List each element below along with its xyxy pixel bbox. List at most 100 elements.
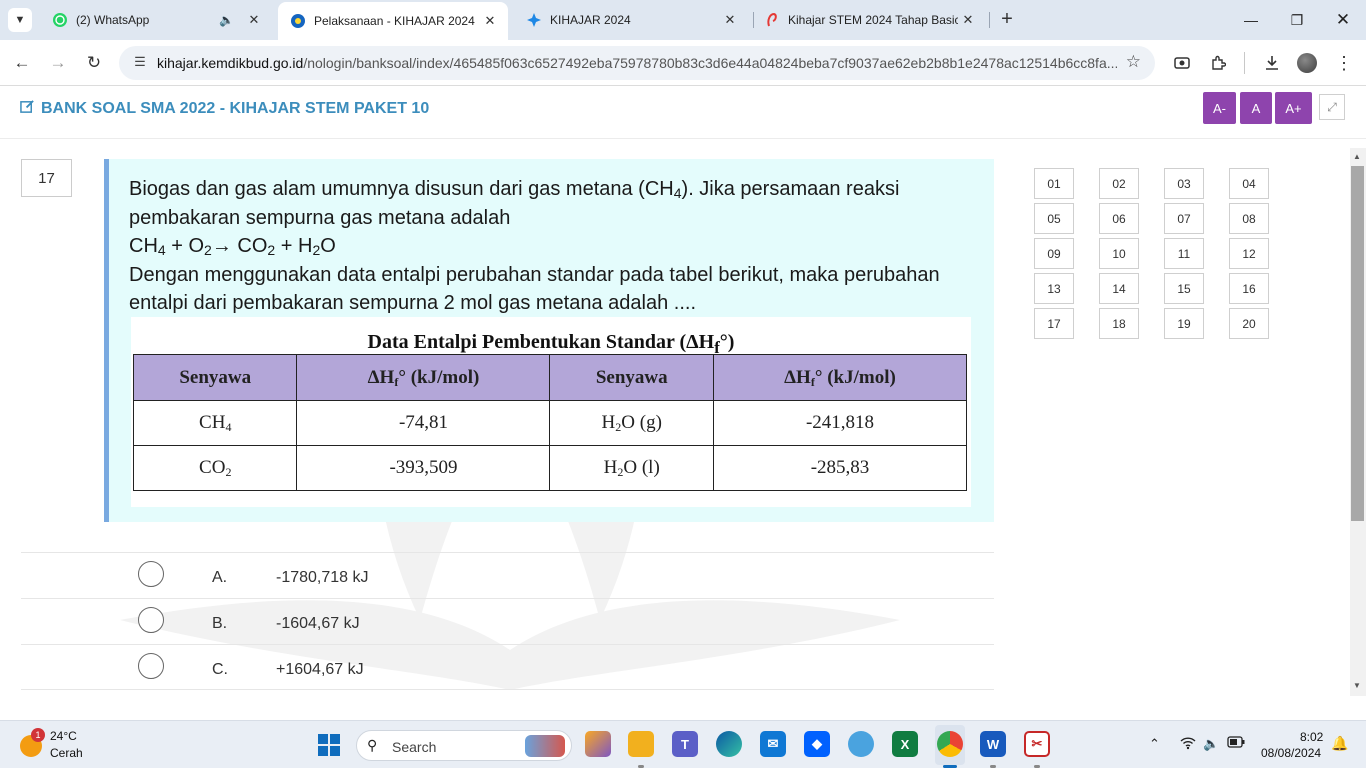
notification-bell-icon[interactable]: 🔔 xyxy=(1331,735,1348,752)
radio-button[interactable] xyxy=(138,653,164,679)
radio-button[interactable] xyxy=(138,561,164,587)
option-c[interactable]: C. +1604,67 kJ xyxy=(21,644,994,690)
question-box: Biogas dan gas alam umumnya disusun dari… xyxy=(104,159,994,522)
question-nav-button[interactable]: 02 xyxy=(1099,168,1139,199)
restore-button[interactable]: ❐ xyxy=(1285,8,1309,32)
question-nav-button[interactable]: 20 xyxy=(1229,308,1269,339)
close-tab-icon[interactable]: ✕ xyxy=(480,11,500,31)
page-bottom xyxy=(0,696,1366,720)
word-icon[interactable]: W xyxy=(980,731,1006,757)
mail-icon[interactable]: ✉ xyxy=(760,731,786,757)
chevron-up-icon[interactable]: ⌃ xyxy=(1149,736,1160,752)
snipping-tool-icon[interactable]: ✂ xyxy=(1024,731,1050,757)
table-row: CH4 -74,81 H2O (g) -241,818 xyxy=(132,400,968,446)
option-text: -1604,67 kJ xyxy=(276,615,360,632)
tab-pelaksanaan[interactable]: Pelaksanaan - KIHAJAR 2024 ✕ xyxy=(278,2,508,40)
weather-temperature[interactable]: 24°C xyxy=(50,729,77,743)
search-highlight-image xyxy=(525,735,565,757)
option-b[interactable]: B. -1604,67 kJ xyxy=(21,598,994,644)
question-nav-button[interactable]: 17 xyxy=(1034,308,1074,339)
option-letter: B. xyxy=(212,615,228,632)
fullscreen-icon[interactable]: ⤢ xyxy=(1319,94,1345,120)
question-nav-button[interactable]: 11 xyxy=(1164,238,1204,269)
clock-date[interactable]: 08/08/2024 xyxy=(1261,746,1321,760)
close-tab-icon[interactable]: ✕ xyxy=(720,10,740,30)
forward-button[interactable]: → xyxy=(46,51,70,75)
option-text: -1780,718 kJ xyxy=(276,569,369,586)
weather-description[interactable]: Cerah xyxy=(50,746,83,760)
close-tab-icon[interactable]: ✕ xyxy=(244,10,264,30)
scrollbar-thumb[interactable] xyxy=(1351,166,1364,521)
dropbox-icon[interactable]: ◆ xyxy=(804,731,830,757)
font-normal-button[interactable]: A xyxy=(1240,92,1272,124)
speaker-icon[interactable]: 🔈 xyxy=(219,13,234,27)
tab-title: Kihajar STEM 2024 Tahap Basic xyxy=(788,13,958,27)
option-letter: C. xyxy=(212,661,228,678)
question-nav-button[interactable]: 04 xyxy=(1229,168,1269,199)
bookmark-star-icon[interactable]: ☆ xyxy=(1126,52,1141,72)
font-increase-button[interactable]: A+ xyxy=(1275,92,1312,124)
answer-options: A. -1780,718 kJ B. -1604,67 kJ C. +1604,… xyxy=(21,552,994,690)
edge-icon[interactable] xyxy=(716,731,742,757)
search-placeholder: Search xyxy=(392,739,437,755)
close-tab-icon[interactable]: ✕ xyxy=(958,10,978,30)
question-nav-button[interactable]: 05 xyxy=(1034,203,1074,234)
scroll-up-icon[interactable]: ▲ xyxy=(1353,152,1361,161)
question-nav-button[interactable]: 10 xyxy=(1099,238,1139,269)
question-nav-button[interactable]: 13 xyxy=(1034,273,1074,304)
url-text[interactable]: kihajar.kemdikbud.go.id/nologin/banksoal… xyxy=(157,55,1117,71)
question-text: Biogas dan gas alam umumnya disusun dari… xyxy=(129,175,979,318)
reload-button[interactable]: ↻ xyxy=(82,51,106,75)
battery-icon[interactable] xyxy=(1227,736,1245,751)
question-nav-button[interactable]: 14 xyxy=(1099,273,1139,304)
table-header-row: Senyawa ΔHf° (kJ/mol) Senyawa ΔHf° (kJ/m… xyxy=(132,354,968,401)
wifi-icon[interactable] xyxy=(1180,736,1196,753)
excel-icon[interactable]: X xyxy=(892,731,918,757)
tab-whatsapp[interactable]: (2) WhatsApp 🔈 ✕ xyxy=(40,4,272,36)
question-nav-button[interactable]: 09 xyxy=(1034,238,1074,269)
question-nav-button[interactable]: 12 xyxy=(1229,238,1269,269)
teams-icon[interactable]: T xyxy=(672,731,698,757)
question-nav-button[interactable]: 01 xyxy=(1034,168,1074,199)
table-cell: -74,81 xyxy=(296,400,551,446)
extensions-icon[interactable] xyxy=(1206,51,1230,75)
option-a[interactable]: A. -1780,718 kJ xyxy=(21,552,994,598)
question-nav-button[interactable]: 06 xyxy=(1099,203,1139,234)
question-nav-button[interactable]: 07 xyxy=(1164,203,1204,234)
question-nav-button[interactable]: 03 xyxy=(1164,168,1204,199)
clock-time[interactable]: 8:02 xyxy=(1300,730,1323,744)
question-number: 17 xyxy=(21,159,72,197)
close-window-button[interactable]: ✕ xyxy=(1331,8,1355,32)
table-cell: CH4 xyxy=(132,400,298,446)
profile-avatar[interactable] xyxy=(1297,53,1317,73)
back-button[interactable]: ← xyxy=(10,51,34,75)
start-button[interactable] xyxy=(318,734,340,756)
google-lens-icon[interactable] xyxy=(1170,51,1194,75)
tab-kihajar[interactable]: KIHAJAR 2024 ✕ xyxy=(514,4,748,36)
new-tab-button[interactable]: + xyxy=(996,9,1018,31)
chrome-icon[interactable] xyxy=(937,731,963,757)
question-nav-button[interactable]: 08 xyxy=(1229,203,1269,234)
copilot-icon[interactable] xyxy=(585,731,611,757)
radio-button[interactable] xyxy=(138,607,164,633)
page-scrollbar[interactable]: ▲ ▼ xyxy=(1350,148,1366,696)
enthalpy-table: Senyawa ΔHf° (kJ/mol) Senyawa ΔHf° (kJ/m… xyxy=(132,354,968,491)
menu-icon[interactable]: ⋮ xyxy=(1332,51,1356,75)
taskbar-search[interactable]: ⚲ Search xyxy=(356,730,572,761)
tab-search-button[interactable]: ▼ xyxy=(8,8,32,32)
site-info-icon[interactable]: ☰ xyxy=(131,54,149,72)
volume-icon[interactable]: 🔈 xyxy=(1203,736,1219,752)
question-nav-button[interactable]: 15 xyxy=(1164,273,1204,304)
question-nav-button[interactable]: 18 xyxy=(1099,308,1139,339)
minimize-button[interactable]: — xyxy=(1239,8,1263,32)
address-bar[interactable]: ☰ kihajar.kemdikbud.go.id/nologin/bankso… xyxy=(119,46,1155,80)
question-nav-button[interactable]: 19 xyxy=(1164,308,1204,339)
whatsapp-icon xyxy=(52,12,68,28)
tab-kihajar-stem[interactable]: Kihajar STEM 2024 Tahap Basic ✕ xyxy=(752,4,986,36)
font-decrease-button[interactable]: A- xyxy=(1203,92,1236,124)
file-explorer-icon[interactable] xyxy=(628,731,654,757)
question-nav-button[interactable]: 16 xyxy=(1229,273,1269,304)
paint-icon[interactable] xyxy=(848,731,874,757)
scroll-down-icon[interactable]: ▼ xyxy=(1353,681,1361,690)
download-icon[interactable] xyxy=(1260,51,1284,75)
